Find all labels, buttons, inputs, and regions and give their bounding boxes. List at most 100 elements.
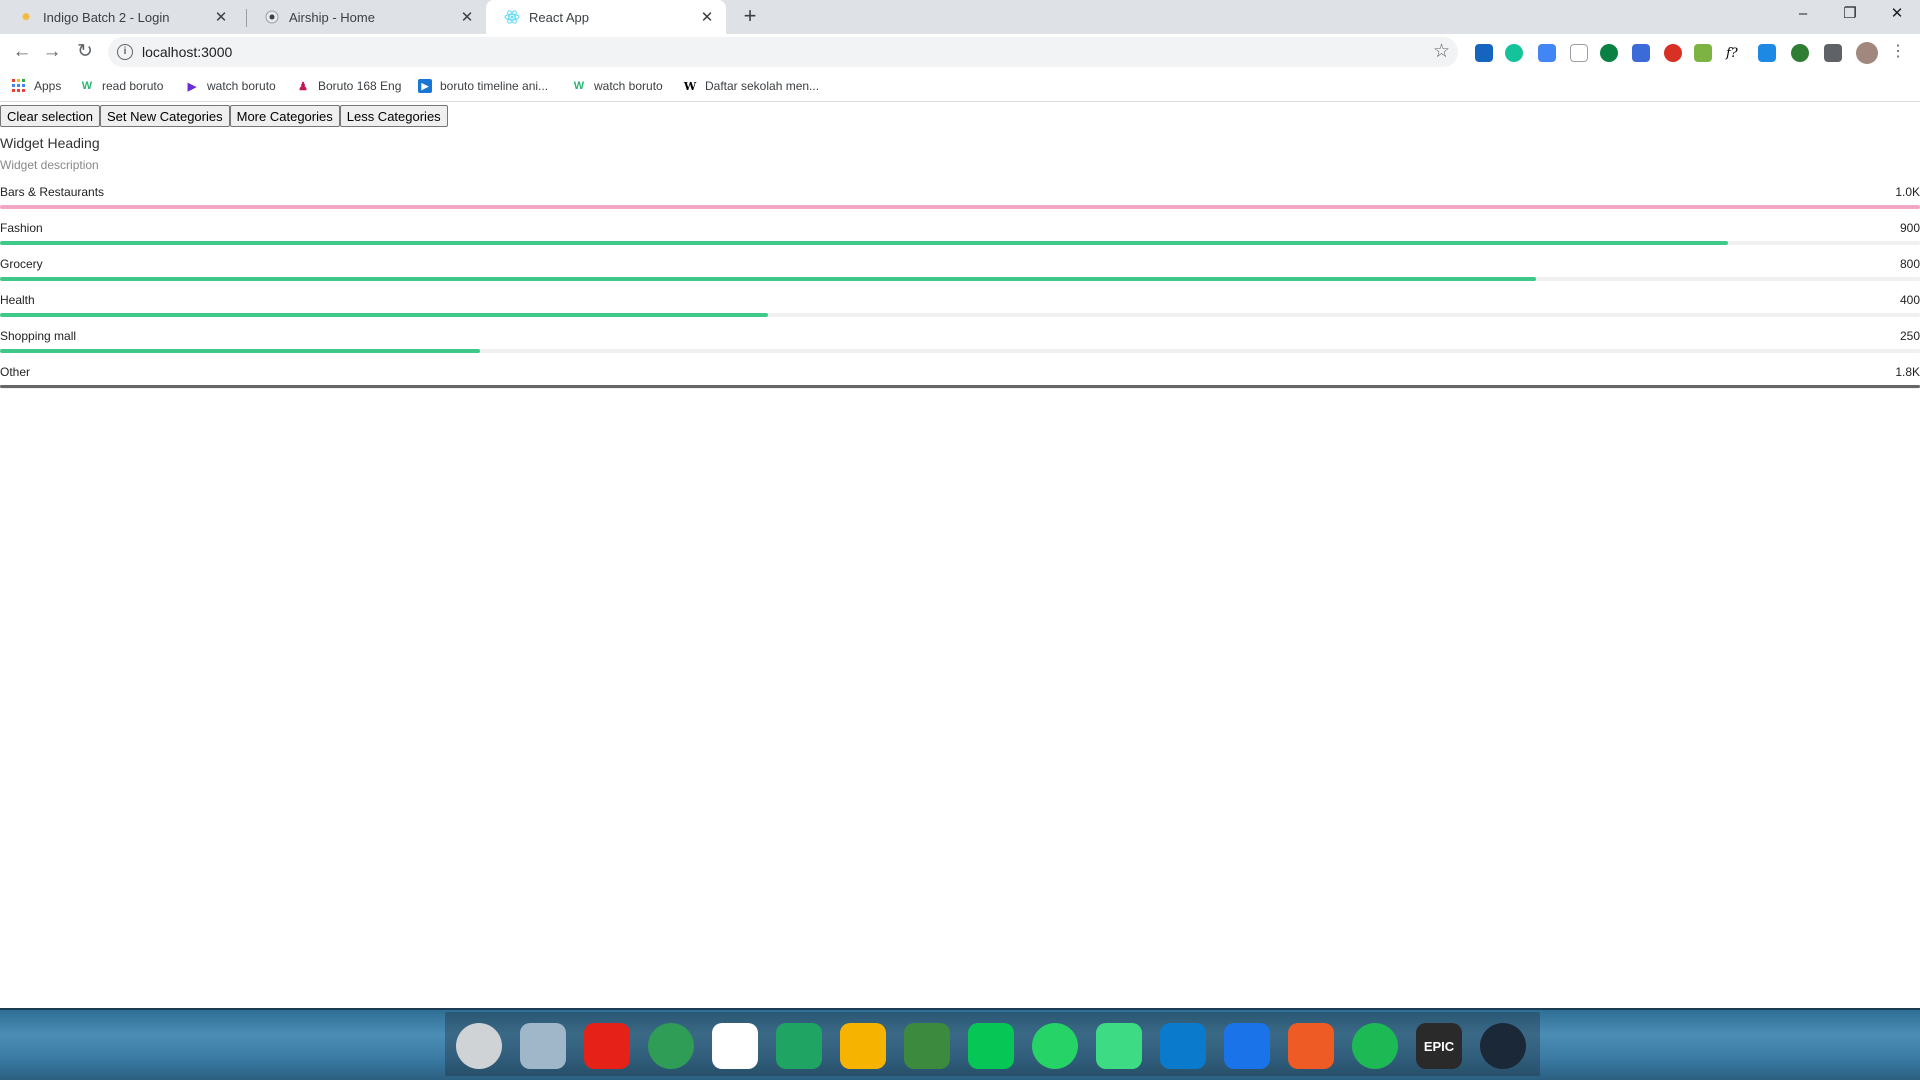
less-categories-button[interactable]: Less Categories xyxy=(339,105,448,127)
json-extension-icon[interactable] xyxy=(1570,44,1588,62)
close-icon[interactable]: ✕ xyxy=(698,8,716,26)
postman-icon[interactable] xyxy=(1288,1023,1334,1069)
new-tab-button[interactable]: + xyxy=(738,5,762,29)
tab-title: Airship - Home xyxy=(289,9,375,25)
category-label: Health xyxy=(0,293,35,307)
globe-extension-icon[interactable] xyxy=(1791,44,1809,62)
menu-kebab-icon[interactable]: ⋮ xyxy=(1884,38,1912,66)
category-bar-fill xyxy=(0,205,1920,209)
bookmark-label: Daftar sekolah men... xyxy=(705,79,820,93)
forward-arrow-icon[interactable]: → xyxy=(38,38,66,66)
close-icon[interactable]: ✕ xyxy=(212,8,230,26)
category-row[interactable]: Other 1.8K xyxy=(0,365,1920,401)
category-label: Other xyxy=(0,365,31,379)
android-studio-icon[interactable] xyxy=(1096,1023,1142,1069)
tab-react-app[interactable]: React App ✕ xyxy=(486,0,726,34)
restore-button[interactable]: ❐ xyxy=(1827,0,1873,30)
bookmark-label: Boruto 168 Eng xyxy=(318,79,402,93)
react-favicon-icon xyxy=(504,9,520,25)
clear-selection-button[interactable]: Clear selection xyxy=(0,105,100,127)
category-value: 250 xyxy=(1899,329,1920,343)
category-bar-fill xyxy=(0,349,480,353)
category-label: Bars & Restaurants xyxy=(0,185,105,199)
bookmark-watch-boruto[interactable]: ▶ watch boruto xyxy=(185,76,276,96)
browser-toolbar: ← → ↻ i localhost:3000 ☆ f? ⋮ xyxy=(0,34,1920,70)
bookmark-star-icon[interactable]: ☆ xyxy=(1433,40,1450,63)
trash-icon[interactable] xyxy=(520,1023,566,1069)
tab-strip: ✹ Indigo Batch 2 - Login ✕ Airship - Hom… xyxy=(0,0,1920,34)
youtube-icon[interactable] xyxy=(584,1023,630,1069)
category-row[interactable]: Grocery 800 xyxy=(0,257,1920,293)
page-content: Clear selection Set New Categories More … xyxy=(0,103,1920,1008)
webtoon-icon: W xyxy=(573,80,585,92)
bookmark-label: read boruto xyxy=(102,79,164,93)
internet-download-manager-icon[interactable] xyxy=(904,1023,950,1069)
gmail-icon[interactable] xyxy=(712,1023,758,1069)
category-bar-track xyxy=(0,241,1920,245)
font-extension-icon[interactable]: f? xyxy=(1726,44,1744,62)
spotify-icon[interactable] xyxy=(1352,1023,1398,1069)
category-label: Shopping mall xyxy=(0,329,77,343)
grammarly-icon[interactable] xyxy=(1505,44,1523,62)
maps-pin-icon[interactable] xyxy=(1224,1023,1270,1069)
clock-app-icon[interactable] xyxy=(456,1023,502,1069)
google-keep-icon[interactable] xyxy=(840,1023,886,1069)
category-bar-track xyxy=(0,205,1920,209)
category-row[interactable]: Shopping mall 250 xyxy=(0,329,1920,365)
info-icon[interactable]: i xyxy=(117,44,133,60)
widget-heading: Widget Heading xyxy=(0,135,100,151)
steam-icon[interactable] xyxy=(1480,1023,1526,1069)
bookmark-apps[interactable]: Apps xyxy=(12,76,61,96)
wikipedia-icon: W xyxy=(683,79,697,93)
bookmarks-bar: Apps W read boruto ▶ watch boruto ♟ Boru… xyxy=(0,70,1920,102)
adblock-icon[interactable] xyxy=(1664,44,1682,62)
bookmark-daftar-sekolah[interactable]: W Daftar sekolah men... xyxy=(683,76,819,96)
more-categories-button[interactable]: More Categories xyxy=(229,105,340,127)
category-row[interactable]: Fashion 900 xyxy=(0,221,1920,257)
mail-extension-icon[interactable] xyxy=(1694,44,1712,62)
button-row: Clear selection Set New Categories More … xyxy=(0,105,448,127)
google-drive-icon[interactable] xyxy=(776,1023,822,1069)
meet-extension-icon[interactable] xyxy=(1632,44,1650,62)
extension-badge-icon[interactable] xyxy=(1475,44,1493,62)
pen-extension-icon[interactable] xyxy=(1538,44,1556,62)
reload-icon[interactable]: ↻ xyxy=(71,38,99,66)
epic-games-icon[interactable]: EPIC xyxy=(1416,1023,1462,1069)
bookmark-boruto-timeline[interactable]: ▶ boruto timeline ani... xyxy=(418,76,548,96)
vscode-icon[interactable] xyxy=(1160,1023,1206,1069)
tab-airship-home[interactable]: Airship - Home ✕ xyxy=(246,0,486,34)
bookmark-label: Apps xyxy=(34,79,62,93)
extensions-puzzle-icon[interactable] xyxy=(1824,44,1842,62)
close-window-button[interactable]: ✕ xyxy=(1874,0,1920,30)
back-arrow-icon[interactable]: ← xyxy=(8,38,36,66)
close-icon[interactable]: ✕ xyxy=(458,8,476,26)
bookmark-read-boruto[interactable]: W read boruto xyxy=(80,76,164,96)
profile-avatar-icon[interactable] xyxy=(1856,42,1878,64)
category-row[interactable]: Bars & Restaurants 1.0K xyxy=(0,185,1920,221)
category-row[interactable]: Health 400 xyxy=(0,293,1920,329)
address-bar[interactable]: i localhost:3000 ☆ xyxy=(108,37,1458,67)
category-bar-track xyxy=(0,349,1920,353)
chrome-icon[interactable] xyxy=(648,1023,694,1069)
widget-description: Widget description xyxy=(0,158,99,172)
category-bar-fill xyxy=(0,241,1728,245)
category-bar-fill xyxy=(0,313,768,317)
url-text[interactable]: localhost:3000 xyxy=(142,44,232,60)
whatsapp-icon[interactable] xyxy=(1032,1023,1078,1069)
video-icon: ▶ xyxy=(418,79,432,93)
bookmark-boruto-168[interactable]: ♟ Boruto 168 Eng xyxy=(296,76,401,96)
bookmark-label: watch boruto xyxy=(207,79,276,93)
category-bar-track xyxy=(0,313,1920,317)
tab-indigo-login[interactable]: ✹ Indigo Batch 2 - Login ✕ xyxy=(0,0,240,34)
bookmark-watch-boruto-2[interactable]: W watch boruto xyxy=(572,76,663,96)
tab-title: Indigo Batch 2 - Login xyxy=(43,9,170,25)
indigo-favicon-icon: ✹ xyxy=(20,10,32,24)
line-icon[interactable] xyxy=(968,1023,1014,1069)
set-new-categories-button[interactable]: Set New Categories xyxy=(100,105,230,127)
category-bar-track xyxy=(0,385,1920,389)
webtoon-icon: W xyxy=(81,80,93,92)
category-value: 800 xyxy=(1899,257,1920,271)
webtoon-extension-icon[interactable] xyxy=(1600,44,1618,62)
minimize-button[interactable]: – xyxy=(1780,0,1826,30)
translate-extension-icon[interactable] xyxy=(1758,44,1776,62)
